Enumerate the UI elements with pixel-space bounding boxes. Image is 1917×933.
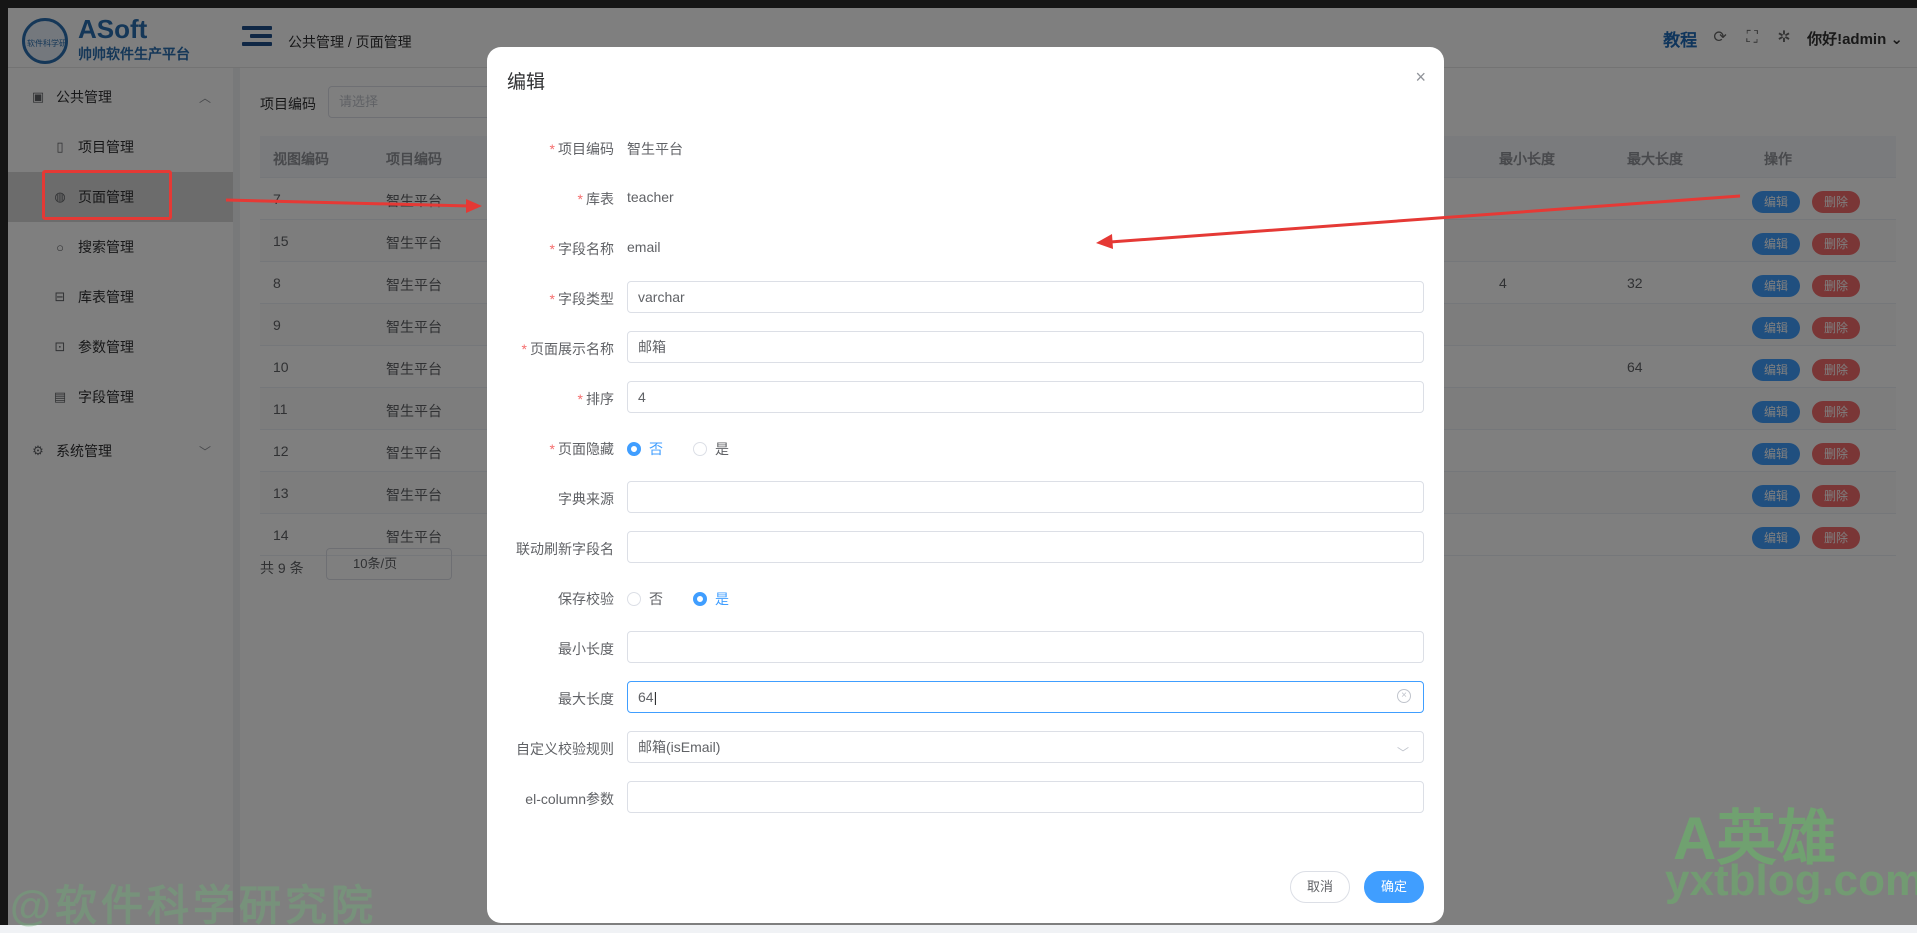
- annotation-arrow-right: [1109, 194, 1741, 244]
- annotation-arrowhead-left: [466, 199, 482, 213]
- annotation-arrowhead-right: [1096, 234, 1113, 249]
- annotation-arrow-left: [225, 198, 471, 208]
- annotation-arrows: [225, 194, 1741, 249]
